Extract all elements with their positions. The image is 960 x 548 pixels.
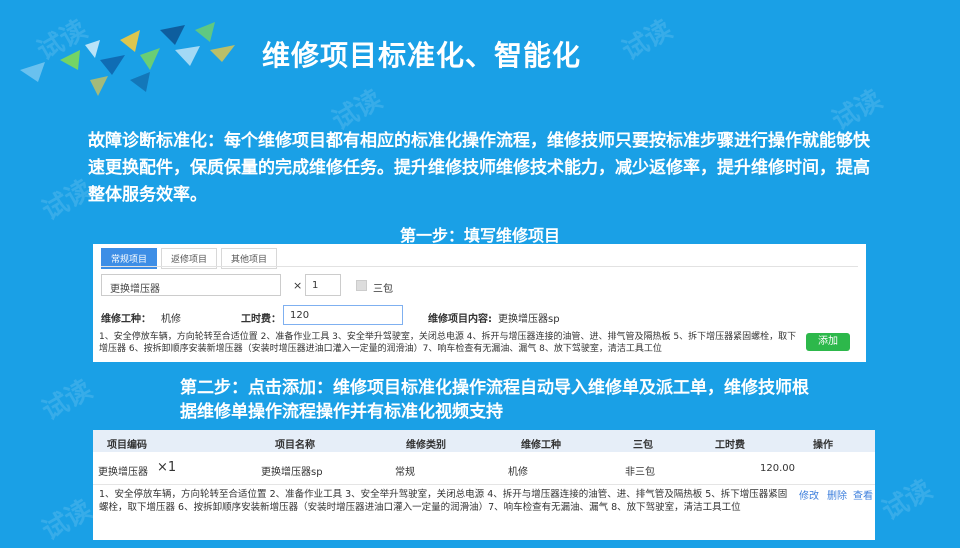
- repair-order-table: 项目编码 项目名称 维修类别 维修工种 三包 工时费 操作 更换增压器 ×1 更…: [93, 430, 875, 540]
- cell-code: 更换增压器: [98, 467, 148, 478]
- watermark: 试读: [37, 494, 98, 547]
- header-work-type: 维修工种: [521, 440, 561, 451]
- header-warranty: 三包: [633, 440, 653, 451]
- cell-name: 更换增压器sp: [261, 467, 323, 478]
- delete-link[interactable]: 删除: [827, 487, 847, 502]
- decorative-polygons: [20, 22, 235, 96]
- warranty-checkbox[interactable]: [356, 280, 367, 291]
- header-code: 项目编码: [107, 440, 147, 451]
- edit-link[interactable]: 修改: [799, 487, 819, 502]
- cell-category: 常规: [395, 467, 415, 478]
- cell-fee: 120.00: [760, 463, 795, 474]
- header-category: 维修类别: [406, 440, 446, 451]
- quantity-input[interactable]: 1: [305, 274, 341, 296]
- header-fee: 工时费: [715, 440, 745, 451]
- procedure-text: 1、安全停放车辆，方向轮转至合适位置 2、准备作业工具 3、安全举升驾驶室，关闭…: [99, 332, 797, 354]
- repair-item-form: 常规项目 返修项目 其他项目 更换增压器 × 1 三包 维修工种： 机修 工时费…: [93, 244, 866, 362]
- tab-divider: [101, 266, 858, 267]
- table-header: [93, 430, 875, 452]
- hours-fee-label: 工时费：: [241, 314, 281, 325]
- step1-heading: 第一步：填写维修项目: [399, 226, 560, 245]
- view-link[interactable]: 查看: [853, 487, 873, 502]
- watermark: 试读: [877, 474, 938, 527]
- cell-qty: ×1: [157, 460, 177, 475]
- slide-description: 故障诊断标准化：每个维修项目都有相应的标准化操作流程，维修技师只要按标准步骤进行…: [88, 131, 870, 205]
- work-type-label: 维修工种：: [101, 314, 151, 325]
- table-procedure-text: 1、安全停放车辆，方向轮转至合适位置 2、准备作业工具 3、安全举升驾驶室，关闭…: [99, 489, 788, 513]
- slide-title: 维修项目标准化、智能化: [262, 39, 582, 72]
- watermark: 试读: [617, 14, 678, 67]
- warranty-checkbox-label: 三包: [373, 284, 393, 295]
- row-divider: [93, 484, 875, 485]
- cell-warranty: 非三包: [625, 467, 655, 478]
- repair-item-input[interactable]: 更换增压器: [101, 274, 281, 296]
- cell-work-type: 机修: [508, 467, 528, 478]
- times-sign: ×: [293, 279, 303, 292]
- content-value: 更换增压器sp: [498, 314, 560, 325]
- content-label: 维修项目内容:: [428, 314, 492, 325]
- step2-heading: 第二步：点击添加：维修项目标准化操作流程自动导入维修单及派工单，维修技师根据维修…: [180, 378, 809, 422]
- watermark: 试读: [37, 374, 98, 427]
- header-name: 项目名称: [275, 440, 315, 451]
- header-actions: 操作: [813, 440, 833, 451]
- hours-fee-input[interactable]: 120: [283, 305, 403, 325]
- add-button[interactable]: 添加: [806, 333, 850, 351]
- work-type-value: 机修: [161, 314, 181, 325]
